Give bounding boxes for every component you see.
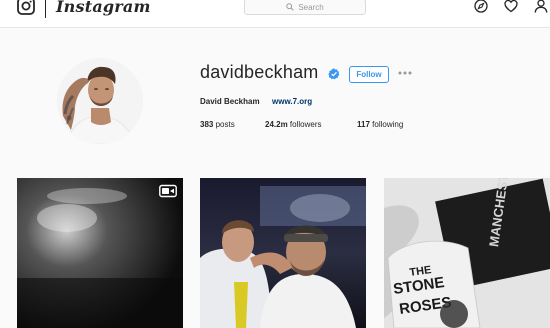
more-options-icon[interactable] [398,70,412,76]
top-navigation-bar: Instagram Search [0,0,550,28]
verified-badge-icon [328,68,340,80]
follow-button[interactable]: Follow [349,66,389,83]
followers-count: 24.2m [265,120,288,129]
video-icon [159,184,177,198]
followers-label: followers [289,120,322,129]
profile-website-link[interactable]: www.7.org [272,97,312,106]
followers-stat[interactable]: 24.2m followers [265,120,322,129]
following-label: following [372,120,404,129]
profile-username: davidbeckham [200,62,319,82]
instagram-wordmark[interactable]: Instagram [56,0,151,16]
post-thumbnail-2[interactable] [200,178,366,328]
following-count: 117 [357,120,370,129]
post-thumbnail-3[interactable]: MANCHESTER THE STONE ROSES [384,178,550,328]
posts-label: posts [215,120,235,129]
search-input[interactable]: Search [244,0,366,15]
heart-icon[interactable] [504,0,518,13]
camera-logo-icon[interactable] [17,0,35,16]
posts-count: 383 [200,120,214,129]
post-1-image [17,178,183,328]
profile-full-name: David Beckham [200,97,260,106]
avatar-photo [57,58,143,144]
following-stat[interactable]: 117 following [357,120,403,129]
post-thumbnail-1[interactable] [17,178,183,328]
person-icon[interactable] [534,0,548,13]
search-placeholder: Search [298,2,324,12]
posts-stat: 383 posts [200,120,235,129]
compass-icon[interactable] [474,0,488,13]
logo-divider [45,0,46,18]
profile-avatar[interactable] [57,58,143,144]
post-2-image [200,178,366,328]
post-3-image: MANCHESTER THE STONE ROSES [384,178,550,328]
search-icon [286,3,295,11]
